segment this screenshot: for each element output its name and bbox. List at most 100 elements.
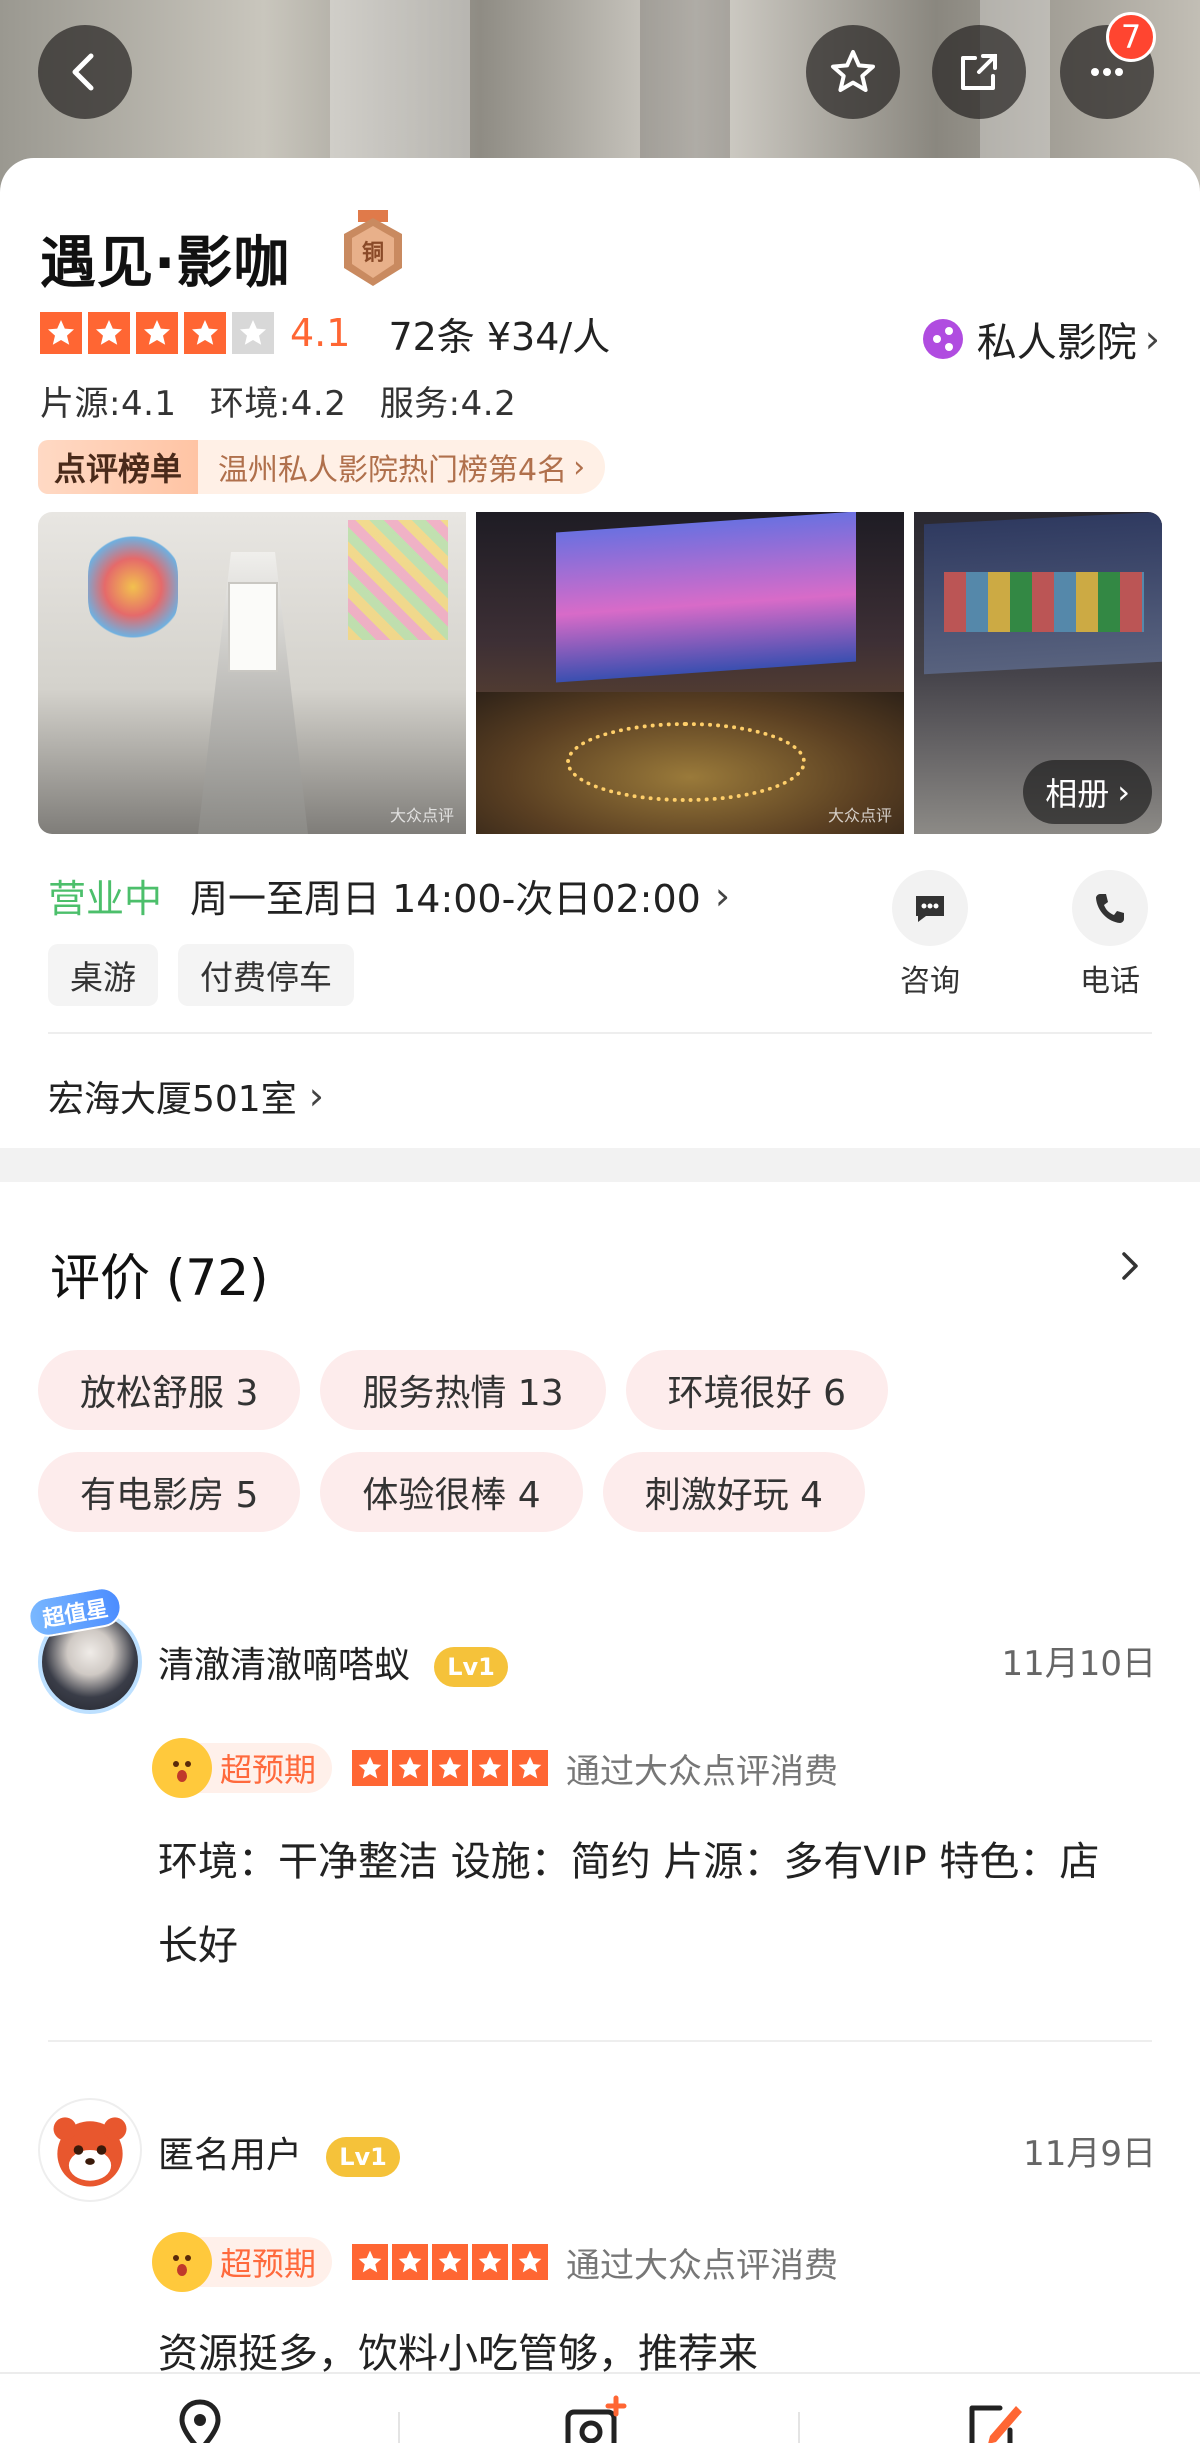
share-icon	[961, 54, 997, 90]
camera-add-icon[interactable]	[560, 2394, 630, 2443]
rating-star-icon	[40, 312, 82, 354]
ranking-label: 点评榜单	[38, 440, 199, 494]
photo-posters	[944, 572, 1144, 632]
album-button[interactable]: 相册 ›	[1023, 760, 1152, 824]
review-tag[interactable]: 有电影房 5	[38, 1452, 301, 1532]
bronze-medal-icon: 铜	[344, 210, 402, 286]
chevron-right-icon: ›	[573, 449, 586, 485]
location-pin-icon[interactable]	[165, 2394, 235, 2443]
chat-icon	[916, 896, 944, 922]
review-text: 环境：干净整洁 设施：简约 片源：多有VIP 特色：店长好	[158, 1839, 1100, 1969]
photo-watermark: 大众点评	[389, 806, 454, 825]
review-meta: 超预期 通过大众点评消费	[152, 1738, 838, 1798]
rating-star-icon	[232, 312, 274, 354]
review-date: 11月9日	[1023, 2134, 1156, 2174]
ranking-tag[interactable]: 点评榜单 温州私人影院热门榜第4名 ›	[38, 440, 606, 494]
chevron-right-icon: ›	[1144, 317, 1160, 361]
chevron-right-icon: ›	[308, 1074, 324, 1118]
edit-review-icon[interactable]	[960, 2394, 1030, 2443]
facility-tag: 桌游	[48, 944, 158, 1006]
review-star-icon	[392, 1750, 429, 1786]
review-tag[interactable]: 放松舒服 3	[38, 1350, 301, 1430]
review-tag[interactable]: 服务热情 13	[320, 1350, 606, 1430]
experience-label: 超预期	[220, 1751, 317, 1789]
consumption-source: 通过大众点评消费	[566, 2245, 839, 2286]
phone-circle	[1072, 870, 1148, 946]
bottom-separator	[398, 2412, 400, 2443]
photo-decoration	[88, 532, 178, 642]
review-user[interactable]: 清澈清澈嘀嗒蚁 Lv1	[158, 1636, 509, 1688]
photo-screen	[556, 512, 856, 683]
favorite-button[interactable]	[806, 25, 900, 119]
facility-tags: 桌游 付费停车	[48, 944, 354, 1006]
score-environment: 环境:4.2	[209, 384, 347, 424]
phone-label: 电话	[1080, 964, 1140, 999]
bottom-action-bar	[0, 2372, 1200, 2443]
rating-star-icon	[88, 312, 130, 354]
photo-screen-room[interactable]: 相册 ›	[914, 512, 1162, 834]
review-star-icon	[392, 2244, 429, 2280]
surprised-face-icon	[152, 2232, 212, 2292]
photo-watermark: 大众点评	[827, 806, 892, 825]
svg-text:铜: 铜	[362, 240, 384, 266]
review-tag[interactable]: 体验很棒 4	[320, 1452, 583, 1532]
open-status: 营业中	[48, 877, 163, 921]
star-outline-icon	[831, 50, 875, 92]
consult-button[interactable]: 咨询	[870, 870, 990, 1000]
chevron-right-icon[interactable]	[1110, 1246, 1150, 1286]
review-tags: 放松舒服 3 服务热情 13 环境很好 6 有电影房 5 体验很棒 4 刺激好玩…	[38, 1350, 1168, 1532]
review-date: 11月10日	[1001, 1644, 1156, 1684]
phone-icon	[1096, 894, 1124, 923]
phone-button[interactable]: 电话	[1050, 870, 1170, 1000]
notification-badge: 7	[1106, 12, 1156, 62]
review-user[interactable]: 匿名用户 Lv1	[158, 2126, 401, 2178]
reviews-title[interactable]: 评价 (72)	[50, 1238, 269, 1310]
level-badge: Lv1	[434, 1647, 509, 1687]
ranking-text-wrap: 温州私人影院热门榜第4名 ›	[198, 440, 606, 494]
red-panda-avatar-icon	[53, 2117, 127, 2187]
category-icon	[922, 319, 963, 359]
avatar[interactable]	[38, 2098, 142, 2202]
photo-door	[228, 582, 278, 672]
share-button[interactable]	[932, 25, 1026, 119]
hours-text: 周一至周日 14:00-次日02:00	[190, 877, 701, 921]
surprised-face-icon	[152, 1738, 212, 1798]
back-button[interactable]	[38, 25, 132, 119]
chevron-right-icon: ›	[714, 873, 731, 918]
review-meta: 超预期 通过大众点评消费	[152, 2232, 839, 2292]
score-source: 片源:4.1	[40, 384, 177, 424]
section-divider	[0, 1148, 1200, 1182]
review-tag[interactable]: 刺激好玩 4	[602, 1452, 866, 1532]
address-link[interactable]: 宏海大厦501室 ›	[48, 1070, 324, 1122]
ranking-text: 温州私人影院热门榜第4名	[218, 453, 568, 488]
consult-circle	[892, 870, 968, 946]
business-hours[interactable]: 营业中 周一至周日 14:00-次日02:00 ›	[48, 868, 730, 923]
category-label: 私人影院	[976, 320, 1137, 366]
rating-row: 4.1 72条 ¥34/人	[40, 308, 611, 359]
rating-score: 4.1	[290, 311, 351, 355]
review-star-icon	[352, 2244, 389, 2280]
review-star-icon	[432, 2244, 469, 2280]
review-stars	[352, 1750, 552, 1786]
review-count-price: 72条 ¥34/人	[388, 314, 611, 359]
shop-info-card: 遇见·影咖 铜 4.1 72条 ¥34/人 私人影院 › 片源:4.1 环境:4…	[0, 158, 1200, 1148]
sub-scores: 片源:4.1 环境:4.2 服务:4.2	[40, 376, 538, 425]
rating-star-icon	[136, 312, 178, 354]
review-tag[interactable]: 环境很好 6	[625, 1350, 888, 1430]
consult-label: 咨询	[900, 964, 960, 999]
experience-tag: 超预期	[152, 1738, 333, 1798]
score-service: 服务:4.2	[379, 384, 517, 424]
review-star-icon	[512, 2244, 549, 2280]
username: 匿名用户	[158, 2135, 303, 2176]
photo-theater-room[interactable]: 大众点评	[476, 512, 904, 834]
experience-label: 超预期	[220, 2245, 317, 2283]
address-text: 宏海大厦501室	[48, 1079, 297, 1120]
level-badge: Lv1	[326, 2137, 401, 2177]
rating-star-icon	[184, 312, 226, 354]
review-star-icon	[352, 1750, 389, 1786]
username: 清澈清澈嘀嗒蚁	[158, 1645, 411, 1686]
photo-strip[interactable]: 大众点评 大众点评 相册 ›	[38, 512, 1200, 834]
photo-hallway[interactable]: 大众点评	[38, 512, 466, 834]
category-link[interactable]: 私人影院 ›	[922, 310, 1160, 368]
experience-tag: 超预期	[152, 2232, 333, 2292]
